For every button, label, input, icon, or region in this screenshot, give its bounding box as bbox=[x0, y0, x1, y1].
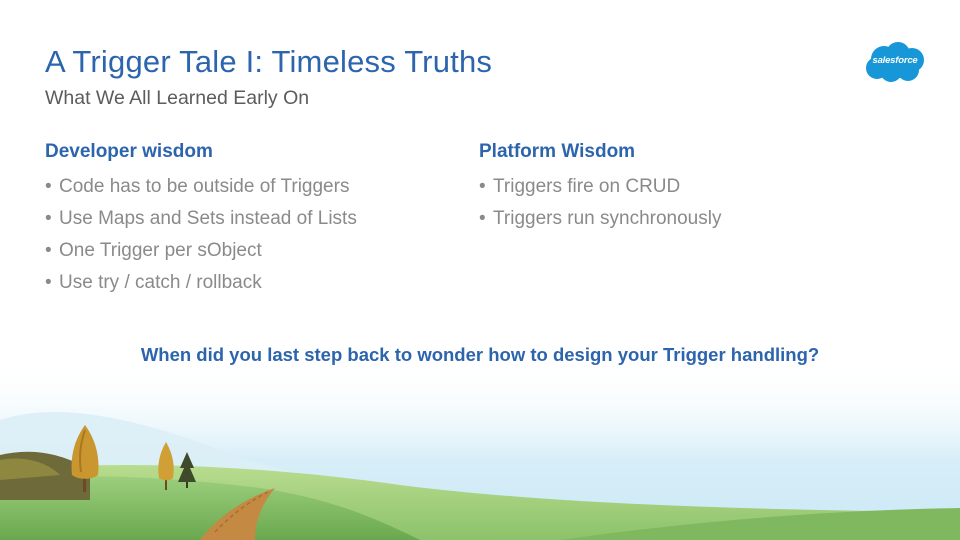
developer-wisdom-column: Developer wisdom • Code has to be outside… bbox=[45, 139, 357, 299]
list-item-text: Use try / catch / rollback bbox=[59, 272, 262, 293]
list-item: • Code has to be outside of Triggers bbox=[45, 171, 357, 203]
landscape-illustration bbox=[0, 360, 960, 540]
list-item-text: Triggers fire on CRUD bbox=[493, 176, 681, 197]
list-item-text: Triggers run synchronously bbox=[493, 208, 722, 229]
logo-wordmark: salesforce bbox=[872, 55, 918, 66]
list-item: • Triggers fire on CRUD bbox=[479, 171, 721, 203]
list-item-text: Use Maps and Sets instead of Lists bbox=[59, 208, 357, 229]
bullet-dot: • bbox=[45, 176, 52, 197]
slide-subtitle: What We All Learned Early On bbox=[45, 87, 310, 109]
list-item-text: One Trigger per sObject bbox=[59, 240, 262, 261]
column-heading: Developer wisdom bbox=[45, 141, 213, 162]
bullet-dot: • bbox=[45, 208, 52, 229]
bullet-dot: • bbox=[45, 240, 52, 261]
list-item: • Use Maps and Sets instead of Lists bbox=[45, 203, 357, 235]
slide-title: A Trigger Tale I: Timeless Truths bbox=[45, 44, 493, 79]
list-item: • Use try / catch / rollback bbox=[45, 267, 357, 299]
platform-wisdom-column: Platform Wisdom • Triggers fire on CRUD •… bbox=[479, 139, 721, 235]
column-heading: Platform Wisdom bbox=[479, 141, 636, 162]
bullet-list: • Triggers fire on CRUD • Triggers run syn… bbox=[479, 171, 721, 235]
list-item-text: Code has to be outside of Triggers bbox=[59, 176, 350, 197]
slide: A Trigger Tale I: Timeless Truths What W… bbox=[0, 0, 960, 540]
bullet-dot: • bbox=[479, 176, 486, 197]
list-item: • One Trigger per sObject bbox=[45, 235, 357, 267]
bullet-dot: • bbox=[479, 208, 486, 229]
list-item: • Triggers run synchronously bbox=[479, 203, 721, 235]
bullet-dot: • bbox=[45, 272, 52, 293]
bullet-list: • Code has to be outside of Triggers • Use… bbox=[45, 171, 357, 299]
salesforce-logo: salesforce bbox=[862, 40, 928, 86]
